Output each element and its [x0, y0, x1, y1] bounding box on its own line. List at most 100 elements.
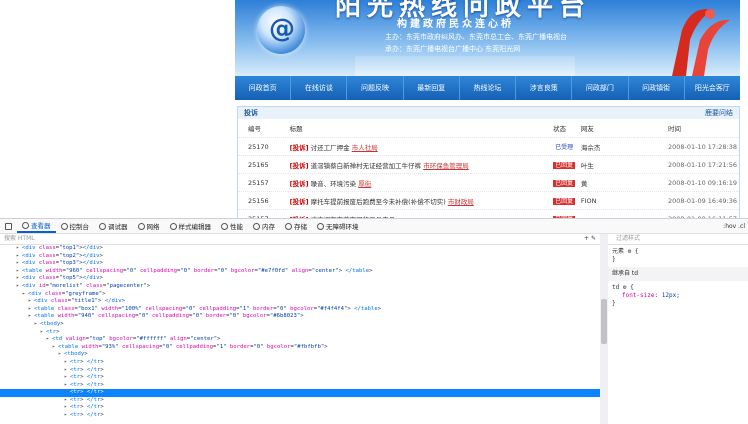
row-title-cell[interactable]: [投诉] 道滘镇蔡白新禅村无证经营加工牛仔裤 市环保鱼管理局 — [287, 155, 552, 174]
style-editor-icon — [169, 222, 177, 230]
devtools-tab-debugger[interactable]: 调试器 — [94, 219, 133, 233]
markup-actions: + ✎ — [584, 234, 596, 244]
markup-node[interactable]: ▸ <tr> </tr> — [0, 367, 600, 375]
nav-item-reception[interactable]: 阳光会客厅 — [685, 76, 740, 100]
markup-node[interactable]: ▸ <tr> </tr> — [0, 382, 600, 390]
nav-item-forum[interactable]: 热线论坛 — [460, 76, 517, 100]
row-title[interactable]: 道滘镇蔡白新禅村无证经营加工牛仔裤 — [311, 162, 422, 170]
pick-element-button[interactable] — [0, 219, 17, 233]
panel-title: 投诉 — [244, 109, 258, 117]
element-rule-gear-icon[interactable]: ⚙ — [628, 248, 632, 255]
nav-item-suggestions[interactable]: 涉言良策 — [516, 76, 573, 100]
pseudo-class-toggle[interactable]: :hov .cl — [723, 223, 745, 230]
markup-node[interactable]: ▸ <div id="morelist" class="pagecenter"> — [0, 283, 600, 291]
markup-node[interactable]: ▸ <div class="top1"></div> — [0, 245, 600, 253]
devtools-tab-performance[interactable]: 性能 — [216, 219, 248, 233]
col-time: 时间 — [637, 119, 739, 138]
markup-node[interactable]: ▸ <tr> </tr> — [0, 404, 600, 412]
status-badge: 已回复 — [553, 162, 576, 169]
markup-node[interactable]: ▸ <tr> </tr> — [0, 397, 600, 405]
markup-node[interactable]: ▸ <tbody> — [0, 321, 600, 329]
organizer-line: 主办：东莞市政府纠风办、东莞市总工会、东莞广播电视台 — [385, 33, 567, 41]
scrollbar-thumb[interactable] — [601, 299, 607, 344]
complaint-panel: 投诉 鹿要问结 编号 标题 状态 网友 时间 25170 [投诉] 讨还工厂押金 … — [237, 106, 740, 218]
devtools-tab-memory[interactable]: 内存 — [248, 219, 280, 233]
devtools-tab-console[interactable]: 控制台 — [56, 219, 95, 233]
markup-node[interactable]: ▸ <div class="title1"> </div> — [0, 298, 600, 306]
add-node-icon[interactable]: + — [584, 235, 589, 242]
filter-styles-input[interactable]: 过滤样式 — [608, 234, 748, 245]
markup-node[interactable]: ▸ <table class="box1" width="100%" cellsp… — [0, 306, 600, 314]
row-dept-link[interactable]: 市财政局 — [448, 198, 474, 206]
html-search-input[interactable]: 搜索 HTML — [4, 235, 35, 242]
markup-node[interactable]: ▸ <div class="greyframe"> — [0, 291, 600, 299]
markup-pane: 搜索 HTML + ✎ ▸ <div class="top1"></div> ▸ <d… — [0, 234, 601, 424]
markup-scrollbar[interactable] — [600, 234, 608, 424]
devtools-tab-accessibility[interactable]: 无障碍环境 — [312, 219, 364, 233]
devtools-tab-label: 无障碍环境 — [326, 223, 359, 231]
rule-value[interactable]: 12px; — [662, 292, 680, 299]
pick-element-icon — [5, 222, 12, 230]
panel-more-link[interactable]: 鹿要问结 — [705, 107, 733, 119]
rule-gear-icon[interactable]: ⚙ — [623, 284, 627, 291]
row-title-cell[interactable]: [投诉] 噪音、环境污染 厚街 — [287, 173, 552, 192]
markup-node[interactable]: ▸ <div class="top3"></div> — [0, 260, 600, 268]
table-row[interactable]: 25170 [投诉] 讨还工厂押金 市人社局 已受理 海佘杰 2008-01-10 17… — [238, 137, 739, 156]
markup-node[interactable]: ▸ <table width="960" cellspacing="0" cell… — [0, 268, 600, 276]
devtools-tab-label: 存储 — [294, 223, 307, 231]
row-title-cell[interactable]: [投诉] 请查阅在东莞市买的工具产品 — [287, 209, 552, 218]
html-search[interactable]: 搜索 HTML + ✎ — [0, 234, 600, 245]
nav-item-latest-replies[interactable]: 最新回复 — [404, 76, 460, 100]
nav-item-home[interactable]: 问政首页 — [235, 76, 292, 100]
row-time: 2008-01-10 17:28:38 — [637, 137, 739, 156]
element-rule-open: { — [634, 248, 639, 255]
devtools-toolbar: 查看器 控制台 调试器 网络 样式编辑器 性能 内存 存储 无障碍环境 — [0, 219, 748, 234]
markup-node[interactable]: ▸ <tbody> — [0, 351, 600, 359]
markup-node[interactable]: ▸ <table width="940" cellspacing="0" cell… — [0, 313, 600, 321]
markup-node[interactable]: ▸ <div class="top5"></div> — [0, 275, 600, 283]
devtools-tab-inspector[interactable]: 查看器 — [17, 219, 56, 233]
markup-node[interactable]: ▸ <tr> — [0, 329, 600, 337]
row-title[interactable]: 摩托车提前报废后跑费至今未补偿(补偿不切实) — [311, 198, 446, 206]
table-row[interactable]: 25156 [投诉] 摩托车提前报废后跑费至今未补偿(补偿不切实) 市财政局 已回复… — [238, 191, 739, 210]
table-row[interactable]: 25157[投诉] 请查阅在东莞市买的工具产品 已回复 2008-01-09 16… — [238, 209, 739, 218]
col-status: 状态 — [551, 119, 579, 138]
nav-item-towns[interactable]: 问政镇街 — [629, 76, 685, 100]
rules-pane: :hov .cl 过滤样式 元素 ⚙ { } 继承自 td td ⚙ { fon… — [608, 223, 748, 424]
row-user: 叶生 — [578, 155, 638, 174]
rule-property[interactable]: font-size — [622, 292, 655, 299]
element-label: 元素 — [612, 248, 625, 255]
markup-node[interactable]: ▸ <tr> </tr> — [0, 389, 600, 397]
row-title[interactable]: 讨还工厂押金 — [311, 144, 350, 152]
eyedropper-icon[interactable]: ✎ — [591, 235, 596, 242]
markup-node[interactable]: ▸ <table width="93%" cellspacing="0" cell… — [0, 344, 600, 352]
devtools-tab-style-editor[interactable]: 样式编辑器 — [165, 219, 217, 233]
row-tag: [投诉] — [289, 197, 309, 206]
table-row[interactable]: 25165 [投诉] 道滘镇蔡白新禅村无证经营加工牛仔裤 市环保鱼管理局 已回复 叶生… — [238, 155, 739, 174]
nav-item-report[interactable]: 问题反映 — [347, 76, 404, 100]
row-dept-link[interactable]: 厚街 — [358, 180, 371, 188]
devtools-tab-network[interactable]: 网络 — [133, 219, 165, 233]
row-dept-link[interactable]: 市环保鱼管理局 — [423, 162, 469, 170]
table-row[interactable]: 25157 [投诉] 噪音、环境污染 厚街 已回复黄 2008-01-10 09:16… — [238, 173, 739, 192]
markup-tree: ▸ <div class="top1"></div> ▸ <div class="to… — [0, 245, 600, 424]
row-dept-link[interactable]: 市人社局 — [352, 144, 378, 152]
row-title[interactable]: 噪音、环境污染 — [311, 180, 357, 188]
rule-selector[interactable]: td — [612, 284, 619, 291]
devtools-tab-storage[interactable]: 存储 — [280, 219, 312, 233]
markup-node[interactable]: ▸ <td valign="top" bgcolor="#ffffff" alig… — [0, 336, 600, 344]
markup-node[interactable]: ▸ <tr> </tr> — [0, 374, 600, 382]
debugger-icon — [99, 222, 106, 230]
row-title-cell[interactable]: [投诉] 讨还工厂押金 市人社局 — [287, 137, 552, 156]
row-user: FION — [578, 191, 638, 210]
nav-item-interviews[interactable]: 在线访谈 — [291, 76, 348, 100]
row-title-cell[interactable]: [投诉] 摩托车提前报废后跑费至今未补偿(补偿不切实) 市财政局 — [287, 191, 552, 210]
nav-item-departments[interactable]: 问政部门 — [572, 76, 629, 100]
markup-node[interactable]: ▸ <tr> </tr> — [0, 412, 600, 420]
row-status-cell: 已回复 — [551, 191, 579, 210]
row-id: 25165 — [238, 155, 288, 174]
devtools-tab-label: 性能 — [230, 223, 243, 231]
markup-node[interactable]: ▸ <div class="top2"></div> — [0, 253, 600, 261]
markup-node[interactable]: ▸ <tr> </tr> — [0, 359, 600, 367]
row-user — [578, 209, 638, 218]
